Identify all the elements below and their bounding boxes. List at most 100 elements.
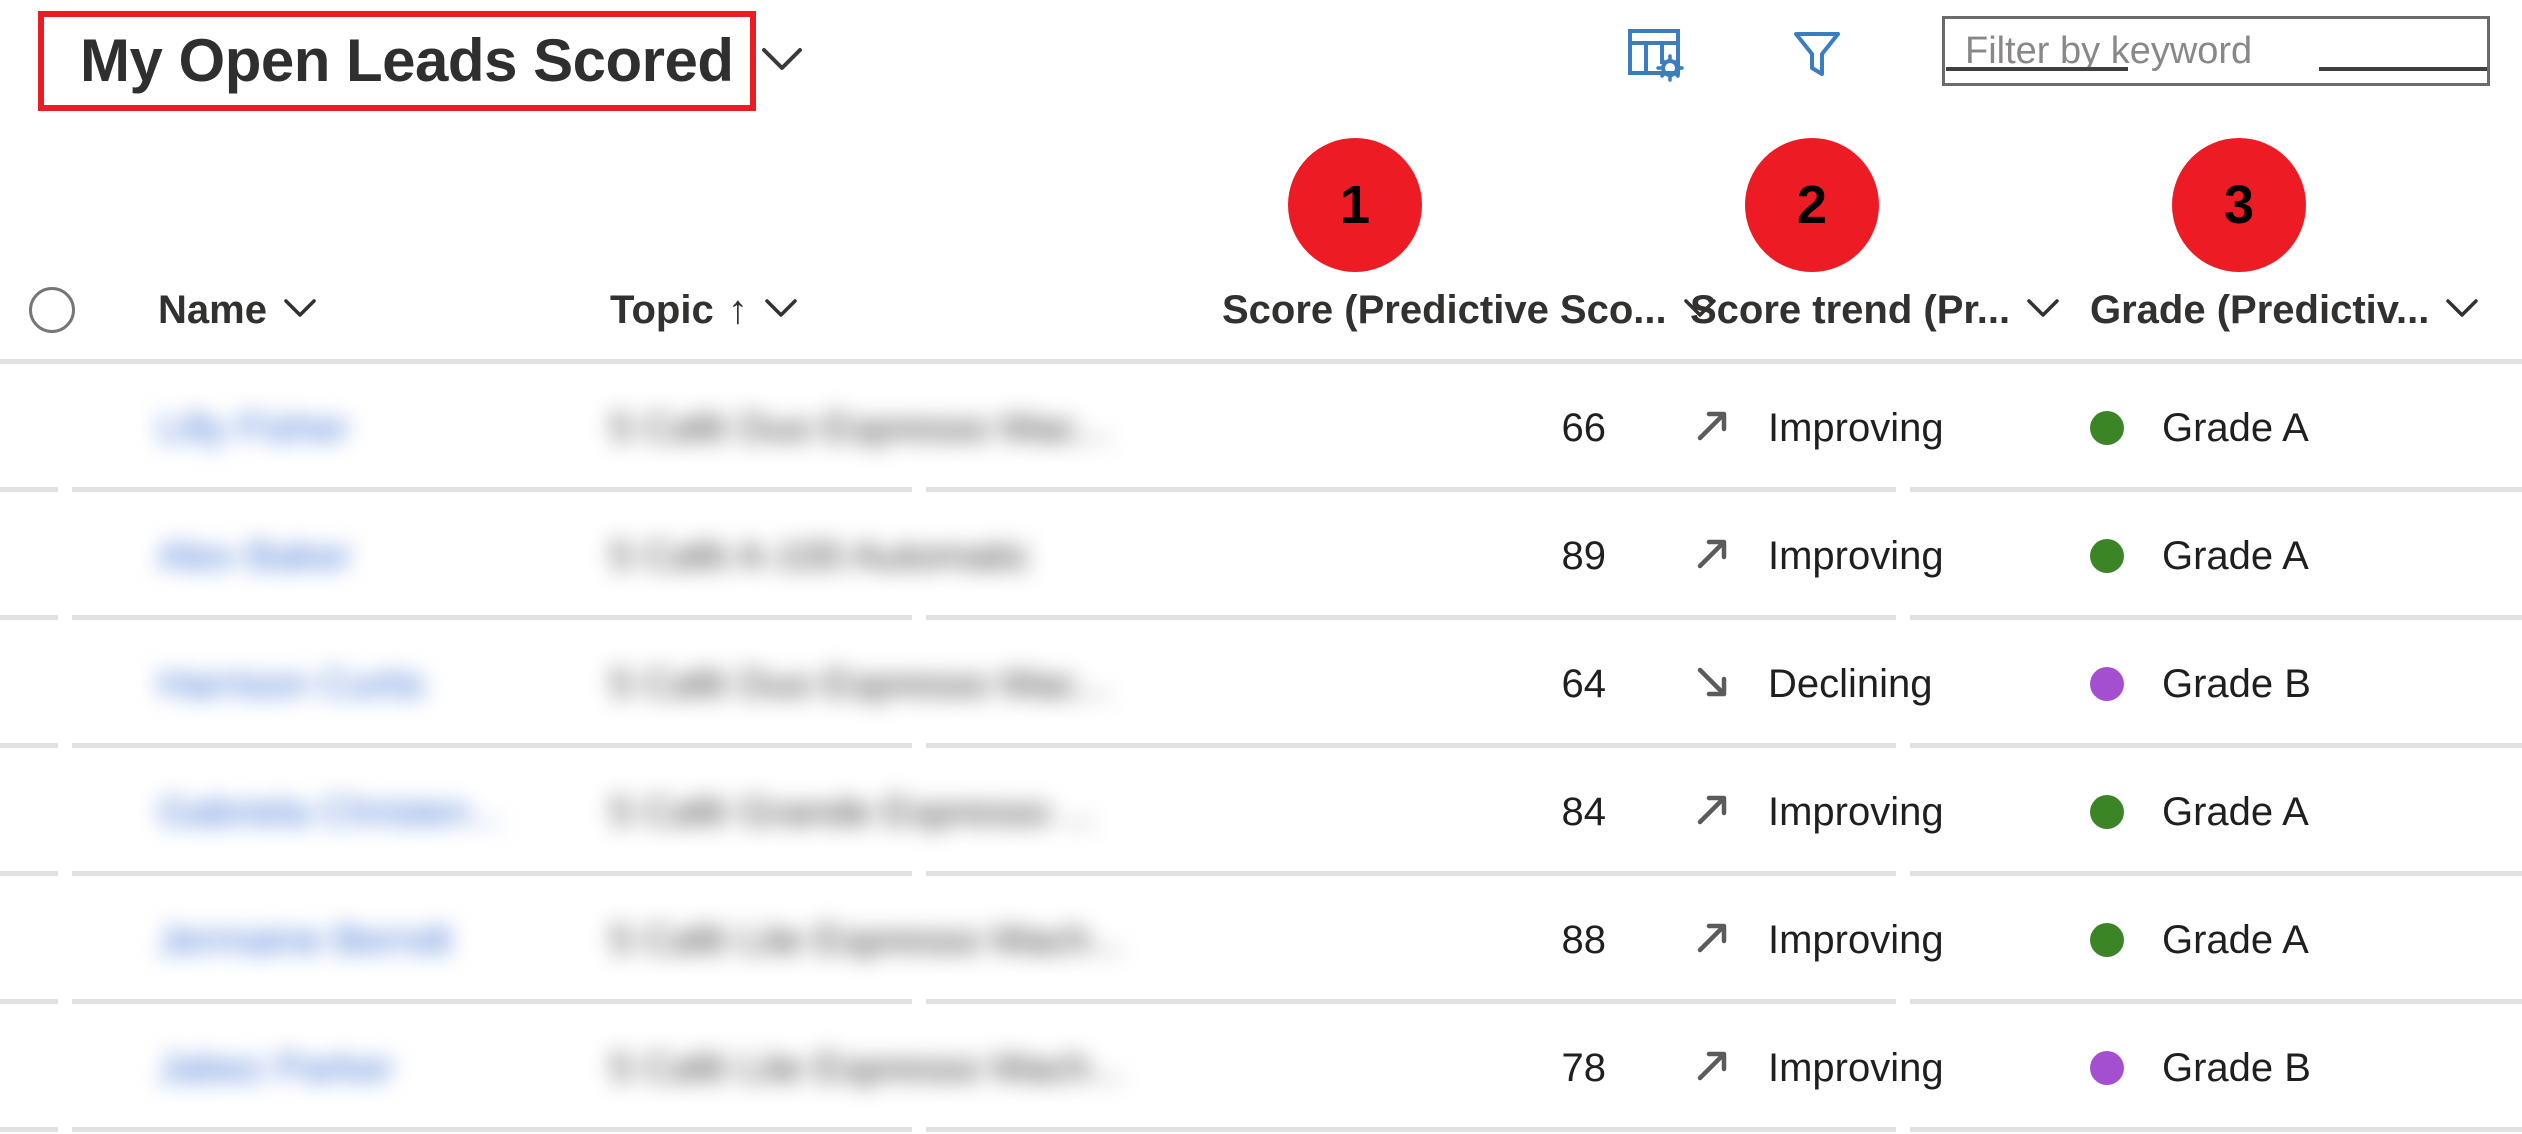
score-trend-label: Improving bbox=[1768, 533, 1944, 578]
cell-score-trend: Improving bbox=[1690, 492, 2030, 620]
table-row[interactable]: Harrison Curtis 5 Café Duo Espresso Mac.… bbox=[0, 620, 2522, 748]
chevron-down-icon[interactable] bbox=[283, 297, 317, 324]
grid-body: Lilly Fisher 5 Café Duo Espresso Mac... … bbox=[0, 364, 2522, 1132]
column-header-score-trend[interactable]: Score trend (Pr... bbox=[1690, 256, 2059, 364]
select-all-checkbox[interactable] bbox=[29, 287, 75, 333]
callout-badge-2-label: 2 bbox=[1796, 175, 1828, 235]
cell-score: 64 bbox=[1180, 620, 1620, 748]
edit-columns-icon bbox=[1624, 22, 1686, 89]
edit-columns-button[interactable] bbox=[1618, 18, 1692, 92]
grade-status-dot bbox=[2090, 923, 2124, 957]
grade-label: Grade B bbox=[2162, 1045, 2311, 1090]
score-trend-label: Improving bbox=[1768, 1045, 1944, 1090]
leads-grid-screen: My Open Leads Scored Filter by keyword 1… bbox=[0, 0, 2522, 1134]
cell-name[interactable]: Jermaine Berndt bbox=[158, 876, 538, 1004]
grade-label: Grade B bbox=[2162, 661, 2311, 706]
sort-ascending-icon: ↑ bbox=[727, 287, 748, 332]
callout-badge-3-label: 3 bbox=[2223, 175, 2255, 235]
predictive-score-value: 88 bbox=[1561, 917, 1607, 962]
arrow-up-right-icon bbox=[1690, 788, 1734, 837]
lead-topic-text: 5 Café Duo Espresso Mac... bbox=[610, 405, 1111, 450]
command-bar: My Open Leads Scored bbox=[0, 0, 2522, 140]
cell-name[interactable]: Harrison Curtis bbox=[158, 620, 538, 748]
cell-name[interactable]: Alex Baker bbox=[158, 492, 538, 620]
table-row[interactable]: Gabriela Christen... 5 Café Grande Espre… bbox=[0, 748, 2522, 876]
search-input[interactable] bbox=[1942, 16, 2490, 86]
column-header-grade-label: Grade (Predictiv... bbox=[2090, 287, 2430, 332]
lead-topic-text: 5 Café Grande Espresso ... bbox=[610, 789, 1095, 834]
grade-status-dot bbox=[2090, 411, 2124, 445]
column-header-grade[interactable]: Grade (Predictiv... bbox=[2090, 256, 2490, 364]
grid-header-row: Name Topic ↑ Score (Predictive Sco... Sc… bbox=[0, 256, 2522, 364]
cell-grade: Grade B bbox=[2090, 1004, 2490, 1132]
leads-data-grid: Name Topic ↑ Score (Predictive Sco... Sc… bbox=[0, 256, 2522, 1132]
cell-score: 88 bbox=[1180, 876, 1620, 1004]
filter-funnel-icon bbox=[1786, 22, 1848, 89]
column-header-name-label: Name bbox=[158, 287, 267, 332]
callout-badge-2: 2 bbox=[1745, 138, 1879, 272]
lead-name-link[interactable]: Alex Baker bbox=[158, 534, 351, 579]
grade-status-dot bbox=[2090, 795, 2124, 829]
cell-score: 66 bbox=[1180, 364, 1620, 492]
cell-grade: Grade B bbox=[2090, 620, 2490, 748]
cell-name[interactable]: Gabriela Christen... bbox=[158, 748, 538, 876]
chevron-down-icon[interactable] bbox=[2445, 297, 2479, 324]
cell-score: 84 bbox=[1180, 748, 1620, 876]
grade-status-dot bbox=[2090, 1051, 2124, 1085]
input-underline-left bbox=[1946, 67, 2128, 71]
filter-button[interactable] bbox=[1780, 18, 1854, 92]
cell-score-trend: Declining bbox=[1690, 620, 2030, 748]
lead-name-link[interactable]: Jermaine Berndt bbox=[158, 918, 451, 963]
arrow-up-right-icon bbox=[1690, 404, 1734, 453]
callout-badge-1-label: 1 bbox=[1339, 175, 1371, 235]
chevron-down-icon[interactable] bbox=[2026, 297, 2060, 324]
grade-label: Grade A bbox=[2162, 405, 2309, 450]
score-trend-label: Improving bbox=[1768, 789, 1944, 834]
chevron-down-icon bbox=[760, 45, 804, 78]
lead-topic-text: 5 Café Lite Espresso Mach... bbox=[610, 1045, 1124, 1090]
cell-grade: Grade A bbox=[2090, 492, 2490, 620]
lead-name-link[interactable]: Lilly Fisher bbox=[158, 406, 349, 451]
cell-score-trend: Improving bbox=[1690, 876, 2030, 1004]
cell-topic: 5 Café A-100 Automatic bbox=[610, 492, 1170, 620]
view-selector[interactable]: My Open Leads Scored bbox=[38, 11, 802, 111]
arrow-up-right-icon bbox=[1690, 1044, 1734, 1093]
cell-score-trend: Improving bbox=[1690, 1004, 2030, 1132]
column-header-name[interactable]: Name bbox=[158, 256, 538, 364]
column-header-topic-label: Topic bbox=[610, 287, 714, 332]
predictive-score-value: 89 bbox=[1561, 533, 1607, 578]
callout-badge-1: 1 bbox=[1288, 138, 1422, 272]
score-trend-label: Declining bbox=[1768, 661, 1933, 706]
score-trend-label: Improving bbox=[1768, 405, 1944, 450]
grade-label: Grade A bbox=[2162, 789, 2309, 834]
chevron-down-icon[interactable] bbox=[764, 297, 798, 324]
cell-score: 89 bbox=[1180, 492, 1620, 620]
cell-score-trend: Improving bbox=[1690, 364, 2030, 492]
column-header-score-trend-label: Score trend (Pr... bbox=[1690, 287, 2011, 332]
cell-name[interactable]: Jabez Parker bbox=[158, 1004, 538, 1132]
table-row[interactable]: Jabez Parker 5 Café Lite Espresso Mach..… bbox=[0, 1004, 2522, 1132]
cell-topic: 5 Café Grande Espresso ... bbox=[610, 748, 1170, 876]
predictive-score-value: 66 bbox=[1561, 405, 1607, 450]
grade-status-dot bbox=[2090, 667, 2124, 701]
predictive-score-value: 84 bbox=[1561, 789, 1607, 834]
lead-name-link[interactable]: Gabriela Christen... bbox=[158, 790, 503, 835]
lead-topic-text: 5 Café Lite Espresso Mach... bbox=[610, 917, 1124, 962]
table-row[interactable]: Alex Baker 5 Café A-100 Automatic 89 Imp… bbox=[0, 492, 2522, 620]
arrow-up-right-icon bbox=[1690, 916, 1734, 965]
column-header-score[interactable]: Score (Predictive Sco... bbox=[1180, 256, 1716, 364]
lead-name-link[interactable]: Harrison Curtis bbox=[158, 662, 425, 707]
table-row[interactable]: Lilly Fisher 5 Café Duo Espresso Mac... … bbox=[0, 364, 2522, 492]
cell-grade: Grade A bbox=[2090, 748, 2490, 876]
input-underline-right bbox=[2319, 67, 2487, 71]
lead-name-link[interactable]: Jabez Parker bbox=[158, 1046, 394, 1091]
table-row[interactable]: Jermaine Berndt 5 Café Lite Espresso Mac… bbox=[0, 876, 2522, 1004]
arrow-up-right-icon bbox=[1690, 532, 1734, 581]
cell-name[interactable]: Lilly Fisher bbox=[158, 364, 538, 492]
select-all-cell bbox=[14, 256, 90, 364]
arrow-down-right-icon bbox=[1690, 660, 1734, 709]
cell-topic: 5 Café Duo Espresso Mac... bbox=[610, 364, 1170, 492]
lead-topic-text: 5 Café Duo Espresso Mac... bbox=[610, 661, 1111, 706]
cell-topic: 5 Café Lite Espresso Mach... bbox=[610, 1004, 1170, 1132]
column-header-topic[interactable]: Topic ↑ bbox=[610, 256, 1170, 364]
